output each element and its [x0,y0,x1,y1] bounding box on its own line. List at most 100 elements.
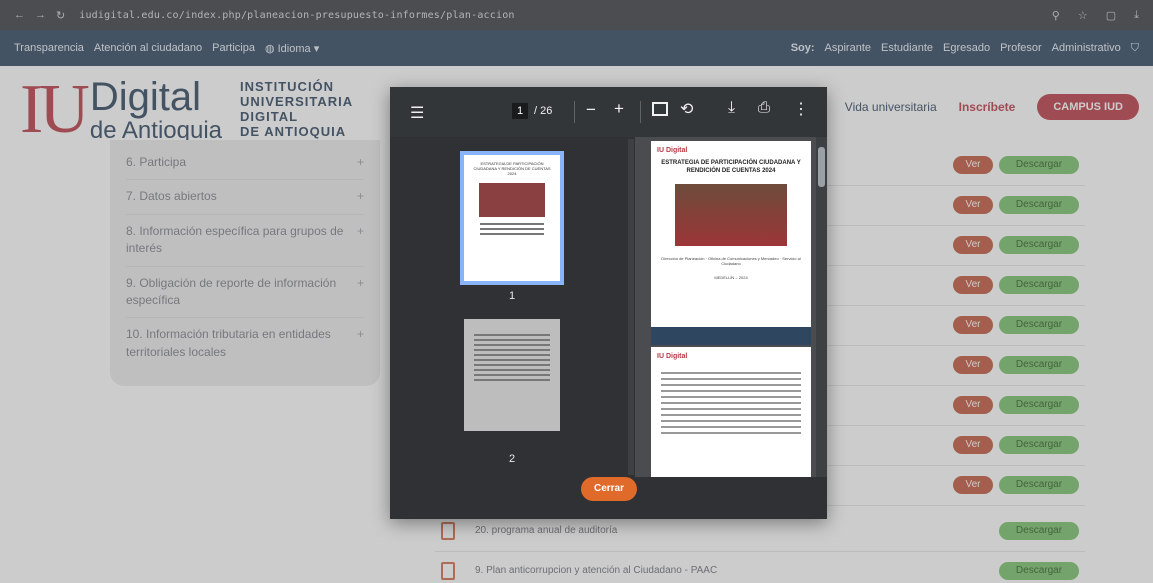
thumbnail-number: 1 [509,290,516,302]
browser-tools: ⚲ ☆ ▢ ⤓ [1052,9,1139,22]
language-selector[interactable]: ◍ Idioma ▾ [265,42,319,55]
reload-icon[interactable]: ↻ [56,9,65,22]
download-button[interactable]: Descargar [999,476,1079,494]
close-button[interactable]: Cerrar [581,477,637,501]
star-icon[interactable]: ☆ [1078,9,1088,22]
view-button[interactable]: Ver [953,156,993,174]
forward-icon[interactable]: → [35,9,46,22]
expand-icon[interactable]: + [357,275,364,292]
thumbnail-lines [464,319,560,381]
sidebar-item[interactable]: 9. Obligación de reporte de información … [126,267,364,319]
page-subtitle: Dirección de Planeación · Oficina de Com… [661,255,801,267]
thumbnail-number: 2 [509,453,516,465]
download-button[interactable]: Descargar [999,236,1079,254]
accessibility-icon[interactable]: ⛉ [1131,42,1139,55]
zoom-in-icon[interactable]: + [614,99,624,119]
page-logo: IU Digital [657,353,688,360]
pdf-download-icon[interactable]: ⤓ [728,99,735,117]
back-icon[interactable]: ← [14,9,25,22]
download-button[interactable]: Descargar [999,436,1079,454]
site-logo[interactable]: IU Digital de Antioquia [20,75,222,145]
thumbnail-lines [470,222,554,235]
expand-icon[interactable]: + [357,223,364,240]
document-icon [441,562,455,580]
zoom-out-icon[interactable]: − [586,100,596,120]
institution-line: DIGITAL [240,109,299,124]
pdf-toolbar: ☰ 1 / 26 − + ⟲ ⤓ ⎙ ⋮ [390,87,827,137]
view-button[interactable]: Ver [953,316,993,334]
institution-line: INSTITUCIÓN [240,79,335,95]
thumbnail-panel: ESTRATEGIA DE PARTICIPACIÓN CIUDADANA Y … [390,137,635,477]
page-thumbnail[interactable]: ESTRATEGIA DE PARTICIPACIÓN CIUDADANA Y … [460,151,564,285]
sidebar-item-label: 6. Participa [126,155,187,169]
view-button[interactable]: Ver [953,436,993,454]
pdf-page-view: IU Digital ESTRATEGIA DE PARTICIPACIÓN C… [635,137,827,477]
tab-icon[interactable]: ▢ [1106,9,1116,22]
page-city: MEDELLÍN – 2024 [714,274,748,280]
sidebar-item[interactable]: 6. Participa + [126,146,364,181]
scrollbar-thumb[interactable] [818,147,825,187]
nav-link-transparencia[interactable]: Transparencia [14,42,84,54]
browser-toolbar: ← → ↻ iudigital.edu.co/index.php/planeac… [0,0,1153,30]
campus-button[interactable]: CAMPUS IUD [1037,94,1139,120]
search-icon[interactable]: ⚲ [1052,9,1060,22]
download-button[interactable]: Descargar [999,522,1079,540]
download-button[interactable]: Descargar [999,396,1079,414]
more-options-icon[interactable]: ⋮ [793,99,809,119]
page-text-lines [657,372,805,434]
browser-nav: ← → ↻ [14,9,65,22]
nav-link-atencion[interactable]: Atención al ciudadano [94,42,202,54]
institution-line: DE ANTIOQUIA [240,123,347,139]
nav-item-inscribete[interactable]: Inscríbete [959,100,1016,114]
page-number-input[interactable]: 1 [512,103,529,119]
thumbnail-scrollbar[interactable] [628,139,634,475]
view-button[interactable]: Ver [953,356,993,374]
view-button[interactable]: Ver [953,396,993,414]
audience-administrativo[interactable]: Administrativo [1052,42,1121,54]
audience-profesor[interactable]: Profesor [1000,42,1042,54]
print-icon[interactable]: ⎙ [758,99,770,116]
soy-label: Soy: [790,42,815,54]
thumbnail-title: ESTRATEGIA DE PARTICIPACIÓN CIUDADANA Y … [473,161,551,177]
expand-icon[interactable]: + [357,154,364,171]
sidebar-item[interactable]: 10. Información tributaria en entidades … [126,318,364,369]
audience-aspirante[interactable]: Aspirante [825,42,871,54]
rotate-icon[interactable]: ⟲ [680,99,693,119]
expand-icon[interactable]: + [357,326,364,343]
download-button[interactable]: Descargar [999,356,1079,374]
sidebar-item-label: 8. Información específica para grupos de… [126,223,344,256]
download-button[interactable]: Descargar [999,562,1079,580]
view-button[interactable]: Ver [953,476,993,494]
sidebar: 6. Participa + 7. Datos abiertos + 8. In… [110,140,380,386]
page-title: ESTRATEGIA DE PARTICIPACIÓN CIUDADANA Y … [661,160,801,174]
fit-page-icon[interactable] [652,102,668,116]
download-button[interactable]: Descargar [999,156,1079,174]
download-button[interactable]: Descargar [999,196,1079,214]
view-button[interactable]: Ver [953,236,993,254]
view-button[interactable]: Ver [953,276,993,294]
page-thumbnail[interactable] [464,319,560,431]
audience-egresado[interactable]: Egresado [943,42,990,54]
view-button[interactable]: Ver [953,196,993,214]
expand-icon[interactable]: + [357,188,364,205]
sidebar-item[interactable]: 7. Datos abiertos + [126,180,364,215]
download-button[interactable]: Descargar [999,316,1079,334]
nav-link-participa[interactable]: Participa [212,42,255,54]
sidebar-item[interactable]: 8. Información específica para grupos de… [126,215,364,267]
toolbar-divider [574,101,575,123]
language-label: Idioma [277,42,311,55]
download-icon[interactable]: ⤓ [1134,9,1139,22]
document-title[interactable]: 9. Plan anticorrupcion y atención al Ciu… [475,565,717,576]
address-bar[interactable]: iudigital.edu.co/index.php/planeacion-pr… [79,10,1042,21]
page-scrollbar[interactable] [816,137,827,477]
audience-estudiante[interactable]: Estudiante [881,42,933,54]
institution-line: UNIVERSITARIA [240,94,354,110]
globe-icon: ◍ [264,42,275,55]
chevron-down-icon: ▾ [313,42,320,55]
sidebar-item-label: 9. Obligación de reporte de información … [126,275,337,307]
document-title[interactable]: 20. programa anual de auditoría [475,525,617,536]
download-button[interactable]: Descargar [999,276,1079,294]
page-footer-band [651,327,811,345]
menu-icon[interactable]: ☰ [410,103,424,123]
nav-item-vida-universitaria[interactable]: Vida universitaria [845,100,937,114]
